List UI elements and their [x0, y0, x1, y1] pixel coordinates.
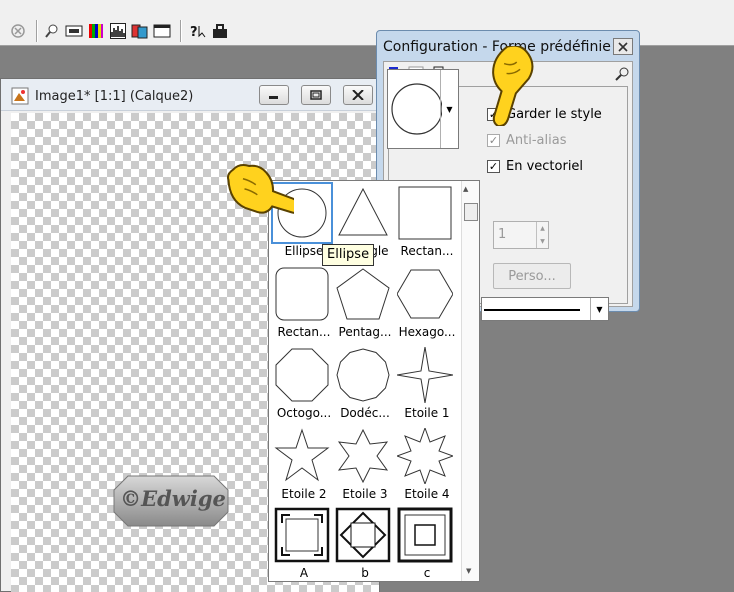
- stop-icon[interactable]: [8, 21, 28, 41]
- frame-b-thumbnail: [335, 507, 391, 563]
- rounded-square-thumbnail: [274, 266, 330, 322]
- star8-thumbnail: [395, 426, 455, 486]
- shape-picker-popup: EllipseTriangleRectan...Rectan...Pentag.…: [268, 180, 480, 582]
- scroll-thumb[interactable]: [464, 203, 478, 221]
- shape-item-label: c: [423, 566, 431, 580]
- help-icon[interactable]: ?: [188, 21, 208, 41]
- color-palette-icon[interactable]: [86, 21, 106, 41]
- image-window-title: Image1* [1:1] (Calque2): [35, 89, 194, 104]
- picker-scrollbar[interactable]: ▲ ▼: [461, 181, 479, 581]
- shape-item-frame-a[interactable]: A: [272, 505, 336, 585]
- restore-icon: [310, 90, 322, 100]
- shape-item-label: Hexago...: [398, 325, 456, 339]
- frame-c-thumbnail: [397, 507, 453, 563]
- watermark-text: ©Edwige: [120, 486, 226, 511]
- histogram-icon[interactable]: [108, 21, 128, 41]
- shape-item-star6[interactable]: Etoile 3: [333, 426, 397, 506]
- shape-item-frame-b[interactable]: b: [333, 505, 397, 585]
- shape-item-dodecagon[interactable]: Dodéc...: [333, 345, 397, 425]
- shape-tooltip: Ellipse: [322, 244, 375, 266]
- vector-label: En vectoriel: [506, 158, 584, 174]
- checkbox-mark: ✓: [487, 133, 500, 147]
- checkbox-mark: ✓: [487, 159, 500, 173]
- line-style-select[interactable]: ▼: [481, 297, 609, 321]
- tool-options-icon[interactable]: [210, 21, 230, 41]
- shape-item-label: Dodéc...: [340, 406, 390, 420]
- dialog-close-button[interactable]: [613, 38, 633, 55]
- shape-selector[interactable]: ▼: [387, 69, 459, 149]
- star6-thumbnail: [335, 428, 391, 484]
- scroll-down-icon[interactable]: ▼: [466, 567, 471, 575]
- shape-item-star8[interactable]: Etoile 4: [395, 426, 459, 506]
- shape-item-rounded-square[interactable]: Rectan...: [272, 264, 336, 344]
- square-thumbnail: [397, 185, 453, 241]
- shape-item-label: Etoile 3: [342, 487, 388, 501]
- frame-a-thumbnail: [274, 507, 330, 563]
- shape-item-label: Octogo...: [276, 406, 332, 420]
- svg-text:?: ?: [190, 25, 198, 39]
- shape-item-label: Pentag...: [338, 325, 392, 339]
- line-width-spinner[interactable]: 1 ▲ ▼: [493, 221, 549, 249]
- shape-item-square[interactable]: Rectan...: [395, 183, 459, 263]
- watermark-logo: ©Edwige: [112, 474, 230, 528]
- shape-item-star5[interactable]: Etoile 2: [272, 426, 336, 506]
- shape-item-label: b: [361, 566, 369, 580]
- vector-checkbox[interactable]: ✓ En vectoriel: [487, 157, 583, 175]
- restore-button[interactable]: [301, 85, 331, 105]
- dodecagon-thumbnail: [335, 347, 391, 403]
- scroll-up-icon[interactable]: ▲: [463, 185, 468, 193]
- triangle-thumbnail: [335, 185, 391, 241]
- custom-button[interactable]: Perso...: [493, 263, 571, 289]
- preview-icon[interactable]: [64, 21, 84, 41]
- shape-item-label: Etoile 1: [404, 406, 450, 420]
- hexagon-thumbnail: [396, 266, 454, 322]
- shape-item-octagon[interactable]: Octogo...: [272, 345, 336, 425]
- shape-item-label: A: [299, 566, 309, 580]
- pointing-hand-icon-2: [468, 44, 534, 128]
- shape-item-label: Rectan...: [277, 325, 331, 339]
- line-style-preview: [484, 309, 580, 311]
- shape-item-label: Etoile 4: [404, 487, 450, 501]
- shape-item-label: Rectan...: [400, 244, 454, 258]
- image-window-titlebar[interactable]: Image1* [1:1] (Calque2): [1, 79, 381, 111]
- pentagon-thumbnail: [335, 266, 391, 322]
- line-style-dropdown-button[interactable]: ▼: [590, 298, 608, 320]
- image-app-icon: [11, 87, 29, 105]
- current-shape-preview: [391, 83, 442, 135]
- shape-dropdown-button[interactable]: ▼: [440, 70, 458, 148]
- minimize-icon: [269, 96, 278, 99]
- layers-icon[interactable]: [130, 21, 150, 41]
- anti-alias-label: Anti-alias: [506, 132, 567, 148]
- zoom-icon[interactable]: [42, 21, 62, 41]
- star4-thumbnail: [396, 346, 454, 404]
- close-button[interactable]: [343, 85, 373, 105]
- spinner-arrows[interactable]: ▲ ▼: [536, 222, 548, 248]
- spinner-value: 1: [498, 227, 507, 242]
- anti-alias-checkbox[interactable]: ✓ Anti-alias: [487, 131, 566, 149]
- close-icon: [352, 90, 364, 100]
- star5-thumbnail: [274, 428, 330, 484]
- shape-item-hexagon[interactable]: Hexago...: [395, 264, 459, 344]
- close-icon: [618, 41, 628, 52]
- shape-item-frame-c[interactable]: c: [395, 505, 459, 585]
- shape-item-pentagon[interactable]: Pentag...: [333, 264, 397, 344]
- shape-item-label: Etoile 2: [281, 487, 327, 501]
- pointing-hand-icon: [222, 140, 302, 214]
- shape-item-star4[interactable]: Etoile 1: [395, 345, 459, 425]
- octagon-thumbnail: [274, 347, 330, 403]
- window-icon[interactable]: [152, 21, 172, 41]
- minimize-button[interactable]: [259, 85, 289, 105]
- zoom-tab-icon[interactable]: [614, 66, 630, 82]
